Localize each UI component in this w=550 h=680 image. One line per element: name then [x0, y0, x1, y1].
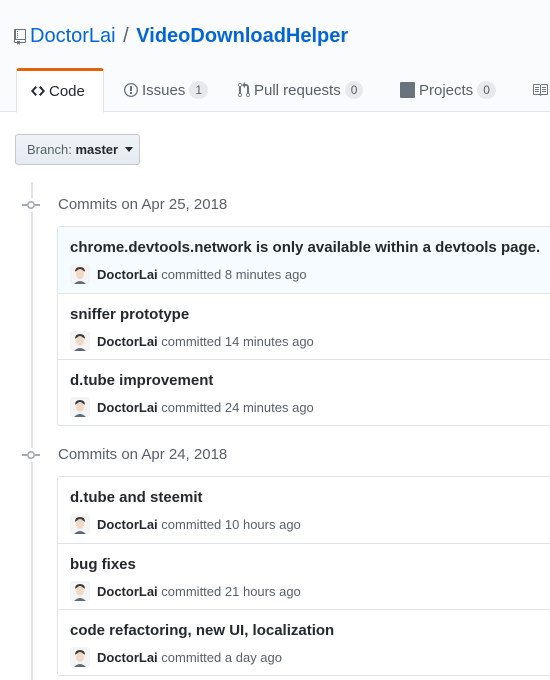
git-commit-icon	[22, 198, 40, 212]
commit-meta: DoctorLai committed 21 hours ago	[70, 581, 301, 602]
commit-row[interactable]: bug fixes DoctorLai committed 21 hours a…	[58, 543, 550, 609]
commit-message-link[interactable]: d.tube and steemit	[70, 489, 203, 506]
commit-message-link[interactable]: chrome.devtools.network is only availabl…	[70, 239, 540, 256]
commit-time: 8 minutes ago	[224, 267, 307, 282]
repo-path-separator: /	[123, 25, 129, 47]
commit-author[interactable]: DoctorLai	[97, 400, 158, 415]
repo-owner-link[interactable]: DoctorLai	[30, 25, 116, 47]
commit-time: 14 minutes ago	[224, 334, 314, 349]
issue-opened-icon	[124, 83, 138, 97]
commit-verb: committed	[161, 334, 222, 349]
avatar[interactable]	[70, 514, 90, 534]
commit-time: 10 hours ago	[224, 517, 301, 532]
pull-requests-count-badge: 0	[344, 81, 364, 99]
issues-count-badge: 1	[189, 81, 209, 99]
commit-time: a day ago	[224, 650, 282, 665]
commit-message-link[interactable]: bug fixes	[70, 556, 136, 573]
tab-projects[interactable]: Projects 0	[386, 68, 496, 113]
repo-title: DoctorLai / VideoDownloadHelper	[14, 22, 348, 53]
commits-timeline-line	[31, 182, 33, 680]
avatar[interactable]	[70, 397, 90, 417]
commit-meta: DoctorLai committed 8 minutes ago	[70, 264, 307, 285]
commit-message-link[interactable]: code refactoring, new UI, localization	[70, 622, 334, 639]
commit-verb: committed	[161, 517, 222, 532]
commit-row[interactable]: code refactoring, new UI, localization D…	[58, 609, 550, 675]
commit-time: 21 hours ago	[224, 584, 301, 599]
tab-label: Code	[49, 83, 85, 100]
caret-down-icon	[124, 147, 133, 152]
avatar[interactable]	[70, 647, 90, 667]
book-icon	[533, 84, 548, 96]
commit-row[interactable]: d.tube improvement DoctorLai committed 2…	[58, 359, 550, 425]
tab-pull-requests[interactable]: Pull requests 0	[224, 68, 364, 113]
projects-count-badge: 0	[477, 81, 496, 99]
git-pull-request-icon	[238, 82, 250, 98]
tab-label: Pull requests	[254, 82, 341, 99]
repo-name-link[interactable]: VideoDownloadHelper	[136, 25, 348, 47]
tab-wiki-partial[interactable]	[518, 68, 550, 113]
project-icon	[400, 82, 415, 98]
commit-row[interactable]: d.tube and steemit DoctorLai committed 1…	[58, 477, 550, 543]
tab-code[interactable]: Code	[16, 68, 104, 113]
commit-meta: DoctorLai committed 14 minutes ago	[70, 331, 314, 352]
tab-label: Projects	[419, 82, 474, 99]
branch-name: master	[75, 142, 119, 157]
branch-selector-button[interactable]: Branch: master	[15, 134, 140, 165]
repo-icon	[14, 25, 26, 53]
git-commit-icon	[22, 448, 40, 462]
code-icon	[31, 86, 45, 96]
commit-verb: committed	[161, 267, 222, 282]
commit-group-date: Commits on Apr 24, 2018	[58, 446, 228, 463]
tab-label: Issues	[142, 82, 186, 99]
commit-message-link[interactable]: d.tube improvement	[70, 372, 213, 389]
avatar[interactable]	[70, 331, 90, 351]
commit-verb: committed	[161, 400, 222, 415]
commit-meta: DoctorLai committed 10 hours ago	[70, 514, 301, 535]
commit-verb: committed	[161, 584, 222, 599]
commit-author[interactable]: DoctorLai	[97, 334, 158, 349]
commit-author[interactable]: DoctorLai	[97, 267, 158, 282]
commit-time: 24 minutes ago	[224, 400, 314, 415]
commit-meta: DoctorLai committed 24 minutes ago	[70, 397, 314, 418]
repo-header: DoctorLai / VideoDownloadHelper Code Iss…	[0, 0, 550, 113]
commit-verb: committed	[161, 650, 222, 665]
commit-author[interactable]: DoctorLai	[97, 517, 158, 532]
commit-list: chrome.devtools.network is only availabl…	[57, 226, 550, 426]
commit-list: d.tube and steemit DoctorLai committed 1…	[57, 476, 550, 676]
avatar[interactable]	[70, 581, 90, 601]
branch-label-prefix: Branch:	[27, 142, 72, 157]
commit-group-date: Commits on Apr 25, 2018	[58, 196, 228, 213]
commit-message-link[interactable]: sniffer prototype	[70, 306, 189, 323]
commit-author[interactable]: DoctorLai	[97, 650, 158, 665]
commit-row[interactable]: chrome.devtools.network is only availabl…	[58, 227, 550, 293]
commit-author[interactable]: DoctorLai	[97, 584, 158, 599]
commit-meta: DoctorLai committed a day ago	[70, 647, 282, 668]
avatar[interactable]	[70, 264, 90, 284]
tab-issues[interactable]: Issues 1	[110, 68, 209, 113]
commit-row[interactable]: sniffer prototype DoctorLai committed 14…	[58, 293, 550, 359]
